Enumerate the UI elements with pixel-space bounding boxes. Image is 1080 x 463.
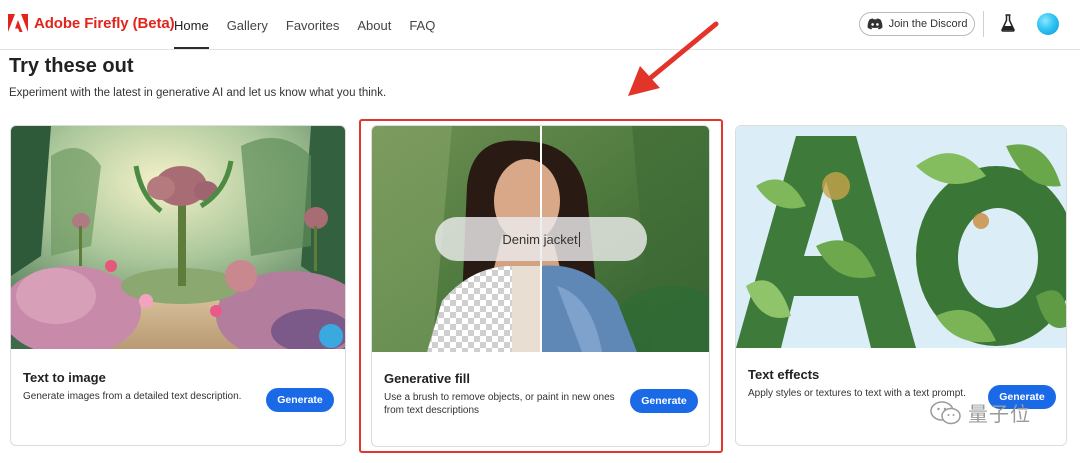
top-navigation-bar: Adobe Firefly (Beta) Home Gallery Favori… (0, 0, 1080, 50)
fantasy-garden-image (11, 126, 345, 349)
text-effects-preview (736, 126, 1066, 348)
wechat-icon (930, 400, 961, 424)
page-subtitle: Experiment with the latest in generative… (9, 87, 387, 99)
brand-name: Adobe Firefly (Beta) (34, 14, 175, 32)
generate-button[interactable]: Generate (266, 388, 334, 412)
card-title: Generative fill (384, 371, 470, 386)
card-text-to-image[interactable]: Text to image Generate images from a det… (10, 125, 346, 446)
generative-fill-preview: Denim jacket (372, 126, 709, 352)
text-to-image-preview (11, 126, 345, 349)
card-generative-fill[interactable]: Denim jacket Generative fill Use a brush… (371, 125, 710, 447)
card-description: Generate images from a detailed text des… (23, 391, 242, 402)
watermark: 量子位 (930, 398, 1031, 427)
card-description: Use a brush to remove objects, or paint … (384, 392, 615, 416)
card-title: Text to image (23, 370, 106, 385)
generate-button[interactable]: Generate (630, 389, 698, 413)
brand-logo[interactable]: Adobe Firefly (Beta) (8, 14, 175, 32)
flask-icon[interactable] (1001, 14, 1015, 32)
nav-favorites[interactable]: Favorites (286, 0, 339, 50)
nav-about[interactable]: About (357, 0, 391, 50)
annotation-arrow (628, 21, 719, 96)
text-cursor (578, 231, 580, 247)
page-title: Try these out (9, 55, 134, 77)
prompt-pill: Denim jacket (435, 217, 647, 261)
nav-faq[interactable]: FAQ (409, 0, 435, 50)
nav-home[interactable]: Home (174, 0, 209, 50)
discord-icon (867, 18, 882, 30)
header-divider (983, 11, 984, 37)
watermark-text: 量子位 (968, 404, 1031, 426)
join-discord-label: Join the Discord (888, 18, 968, 30)
card-title: Text effects (748, 367, 820, 382)
prompt-text: Denim jacket (502, 231, 578, 247)
main-nav: Home Gallery Favorites About FAQ (174, 0, 453, 50)
adobe-logo-icon (8, 14, 28, 32)
nav-gallery[interactable]: Gallery (227, 0, 268, 50)
avatar[interactable] (1037, 13, 1059, 35)
join-discord-button[interactable]: Join the Discord (859, 12, 975, 36)
leafy-letters-image (736, 126, 1066, 348)
